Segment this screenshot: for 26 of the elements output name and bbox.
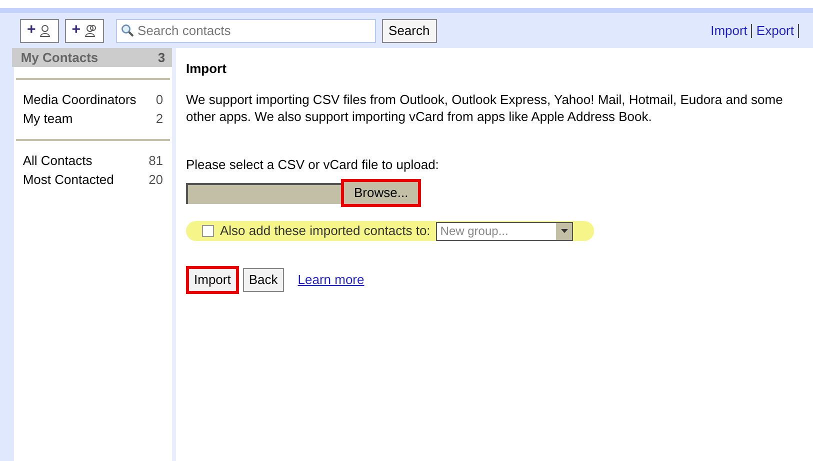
add-contact-button[interactable]: + — [20, 18, 59, 42]
search-field[interactable]: Search contacts — [116, 18, 376, 42]
learn-more-link[interactable]: Learn more — [298, 270, 364, 290]
header-link[interactable]: Export — [756, 20, 794, 40]
person-icon — [40, 24, 52, 37]
dropdown-arrow-icon — [560, 229, 568, 233]
browse-button[interactable]: Browse... — [341, 179, 422, 207]
header-link[interactable]: Import — [710, 20, 748, 40]
back-button[interactable]: Back — [242, 268, 284, 292]
sidebar-item[interactable]: Most Contacted 20 — [16, 170, 170, 189]
checkbox[interactable] — [202, 225, 214, 237]
search-button[interactable]: Search — [382, 18, 437, 42]
add-group-button[interactable]: + — [64, 18, 104, 42]
group-select[interactable]: New group... — [436, 222, 574, 240]
search-icon — [120, 24, 134, 36]
people-icon — [84, 24, 97, 37]
file-label: Please select a CSV or vCard file to upload: — [186, 156, 440, 174]
description: We support importing CSV files from Outlook, Outlook Express, Yahoo! Mail, Hotmail, Eudora and some other apps. We also support importing vCard from apps like Apple Address Book. — [186, 90, 784, 124]
import-button[interactable]: Import — [186, 266, 239, 294]
checkbox-label: Also add these imported contacts to: — [220, 222, 430, 240]
sidebar-item[interactable]: My team 2 — [16, 109, 170, 128]
sidebar-item[interactable]: My Contacts 3 — [12, 48, 174, 67]
sidebar-item[interactable]: All Contacts 81 — [16, 151, 170, 170]
page-title: Import — [186, 60, 228, 78]
sidebar-item[interactable]: Media Coordinators 0 — [16, 90, 170, 109]
file-path-field[interactable] — [186, 182, 341, 204]
